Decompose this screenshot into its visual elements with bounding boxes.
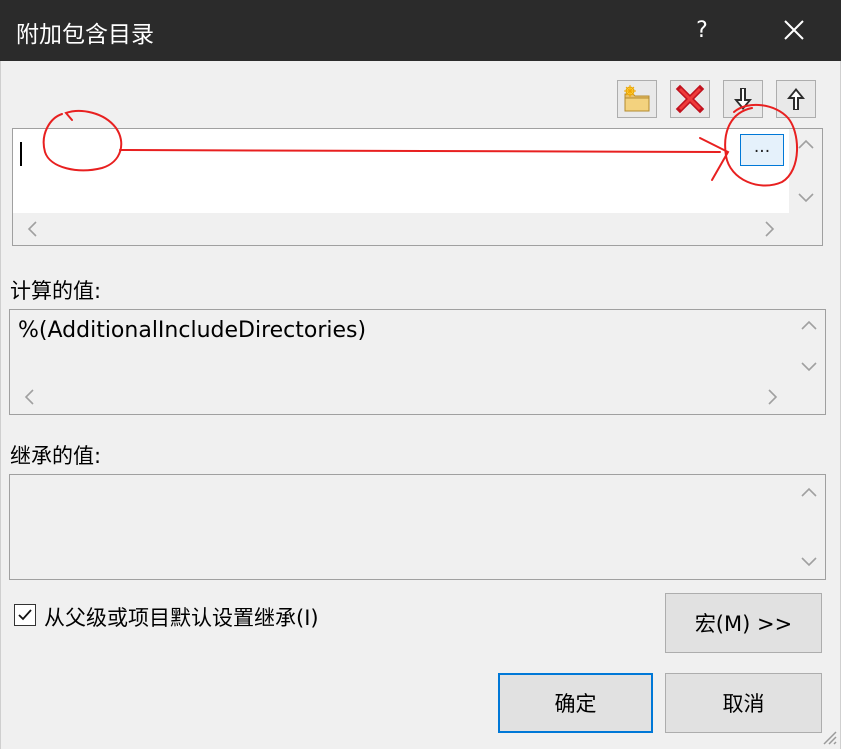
close-button[interactable]	[770, 6, 818, 54]
evaluated-value-hscroll[interactable]	[10, 380, 792, 414]
chevron-down-icon[interactable]	[796, 187, 816, 207]
macros-button[interactable]: 宏(M) >>	[665, 593, 822, 653]
evaluated-value-vscroll[interactable]	[792, 310, 826, 382]
inherited-value-vscroll[interactable]	[792, 475, 826, 579]
chevron-up-icon[interactable]	[796, 135, 816, 155]
cancel-button[interactable]: 取消	[665, 673, 822, 733]
directory-list-content[interactable]	[13, 129, 789, 213]
chevron-right-icon[interactable]	[759, 219, 779, 239]
directory-list-hscroll[interactable]	[13, 212, 789, 246]
arrow-down-icon	[734, 88, 752, 110]
checkmark-icon	[18, 609, 32, 621]
inherited-value-label: 继承的值:	[10, 444, 102, 468]
ok-button[interactable]: 确定	[498, 673, 653, 733]
evaluated-value-text: %(AdditionalIncludeDirectories)	[18, 318, 367, 343]
chevron-up-icon[interactable]	[799, 316, 819, 336]
delete-line-button[interactable]	[670, 80, 710, 118]
browse-button[interactable]: ...	[740, 134, 784, 166]
inherited-value-content	[10, 475, 792, 579]
help-button[interactable]: ?	[680, 6, 724, 54]
dialog-title: 附加包含目录	[16, 22, 154, 48]
chevron-up-icon[interactable]	[799, 483, 819, 503]
delete-x-icon	[675, 84, 705, 114]
move-up-button[interactable]	[776, 80, 816, 118]
new-folder-icon	[624, 85, 650, 112]
directory-list[interactable]	[12, 128, 823, 246]
chevron-left-icon[interactable]	[23, 219, 43, 239]
chevron-right-icon[interactable]	[762, 387, 782, 407]
directory-list-vscroll[interactable]	[789, 129, 823, 213]
inherit-checkbox-label[interactable]: 从父级或项目默认设置继承(I)	[44, 602, 319, 632]
evaluated-value-label: 计算的值:	[10, 279, 102, 303]
move-down-button[interactable]	[723, 80, 763, 118]
inherit-checkbox[interactable]	[14, 604, 36, 626]
chevron-down-icon[interactable]	[799, 551, 819, 571]
title-bar: 附加包含目录 ?	[0, 0, 841, 61]
chevron-left-icon[interactable]	[20, 387, 40, 407]
new-line-button[interactable]	[617, 80, 657, 118]
chevron-down-icon[interactable]	[799, 356, 819, 376]
arrow-up-icon	[787, 88, 805, 110]
text-caret	[20, 142, 22, 166]
close-icon	[784, 20, 804, 40]
help-icon: ?	[696, 17, 708, 43]
inherited-value-box	[9, 474, 826, 580]
directory-edit-input[interactable]	[21, 137, 721, 167]
resize-grip-icon[interactable]	[818, 726, 838, 746]
